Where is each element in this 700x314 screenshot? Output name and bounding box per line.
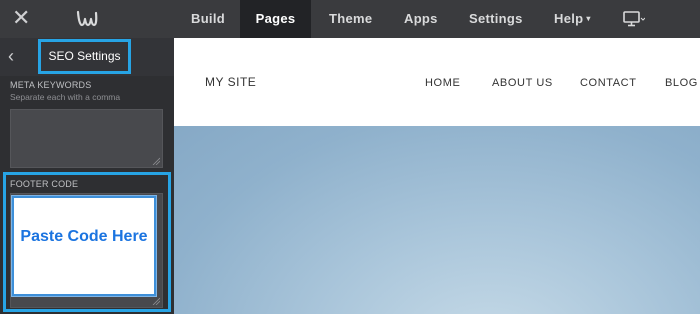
sidebar-header: ‹ SEO Settings xyxy=(0,38,174,76)
nav-build[interactable]: Build xyxy=(191,0,225,38)
back-chevron-icon[interactable]: ‹ xyxy=(8,47,20,65)
site-nav-contact[interactable]: CONTACT xyxy=(580,77,637,89)
meta-keywords-hint: Separate each with a comma xyxy=(10,92,121,102)
sidebar-title: SEO Settings xyxy=(38,39,131,74)
footer-code-textarea[interactable]: Paste Code Here xyxy=(11,195,157,297)
footer-code-label: FOOTER CODE xyxy=(10,179,79,189)
nav-help-label: Help xyxy=(554,11,584,26)
nav-help[interactable]: Help ▾ xyxy=(554,0,591,38)
site-nav-blog[interactable]: BLOG xyxy=(665,77,698,89)
footer-code-value: Paste Code Here xyxy=(20,228,148,245)
weebly-logo-icon[interactable] xyxy=(76,9,98,29)
chevron-down-icon: ▾ xyxy=(586,14,591,23)
nav-pages[interactable]: Pages xyxy=(240,0,311,38)
close-icon[interactable]: ✕ xyxy=(12,7,30,29)
hero-image xyxy=(174,126,700,314)
site-name[interactable]: MY SITE xyxy=(205,75,256,89)
meta-keywords-textarea[interactable] xyxy=(10,109,163,168)
site-nav-home[interactable]: HOME xyxy=(425,77,460,89)
site-nav-about[interactable]: ABOUT US xyxy=(492,77,553,89)
nav-apps[interactable]: Apps xyxy=(404,0,438,38)
resize-handle-icon[interactable] xyxy=(152,157,160,165)
meta-keywords-label: META KEYWORDS xyxy=(10,80,92,90)
nav-settings[interactable]: Settings xyxy=(469,0,523,38)
site-preview: MY SITE HOME ABOUT US CONTACT BLOG xyxy=(174,38,700,314)
site-header: MY SITE HOME ABOUT US CONTACT BLOG xyxy=(174,38,700,126)
nav-theme[interactable]: Theme xyxy=(329,0,372,38)
editor-topbar: ✕ Build Pages Theme Apps Settings Help ▾ xyxy=(0,0,700,38)
desktop-device-icon[interactable] xyxy=(623,11,645,27)
resize-handle-icon[interactable] xyxy=(152,297,160,305)
